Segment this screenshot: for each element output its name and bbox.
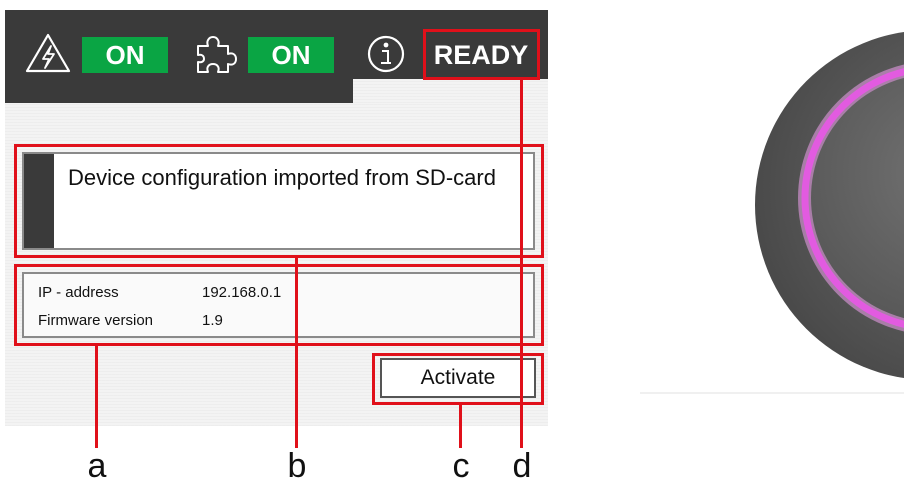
puzzle-piece-icon [192,32,240,76]
annotation-line-d [520,80,523,448]
callout-label-a: a [87,447,107,485]
callout-label-d: d [512,447,532,485]
annotation-box-c [372,353,544,405]
plugin-status-badge: ON [248,37,334,73]
lightning-triangle-icon [24,32,72,74]
annotation-box-d [423,29,540,80]
annotation-line-b [295,258,298,448]
annotation-line-c [459,405,462,448]
callout-label-b: b [287,447,307,485]
annotation-box-b [14,144,544,258]
annotation-box-a [14,264,544,346]
callout-label-c: c [452,447,470,485]
annotation-line-a [95,346,98,448]
device-knob-photo [640,0,904,479]
power-status-badge: ON [82,37,168,73]
info-circle-icon [366,34,406,74]
status-bar-notch [353,79,548,103]
